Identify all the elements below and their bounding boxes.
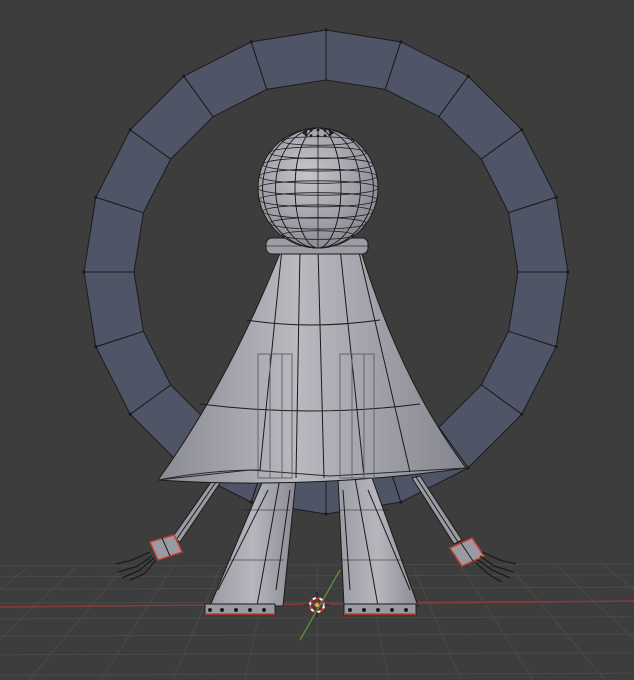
ring-vertex[interactable] — [399, 500, 403, 504]
body-cone-mesh[interactable] — [157, 247, 467, 484]
head-vertex[interactable] — [316, 134, 320, 138]
floor-grid — [0, 563, 634, 680]
ring-vertex[interactable] — [566, 270, 570, 274]
head-vertex[interactable] — [323, 134, 327, 137]
right-arm-mesh[interactable] — [411, 475, 463, 545]
ring-vertex[interactable] — [182, 74, 186, 78]
left-foot-mesh[interactable] — [204, 603, 276, 615]
ring-vertex[interactable] — [554, 195, 558, 199]
head-vertex[interactable] — [309, 129, 313, 132]
head-sphere-mesh[interactable] — [257, 127, 379, 249]
viewport-scene[interactable] — [0, 0, 634, 680]
ring-vertex[interactable] — [128, 128, 132, 132]
ring-vertex[interactable] — [324, 512, 328, 516]
ring-vertex[interactable] — [466, 466, 470, 470]
head-vertex[interactable] — [328, 133, 332, 136]
ring-vertex[interactable] — [466, 74, 470, 78]
head-vertex[interactable] — [328, 130, 332, 133]
head-vertex[interactable] — [316, 128, 320, 132]
left-hand-mesh[interactable] — [115, 534, 183, 581]
ring-vertex[interactable] — [82, 270, 86, 274]
ring-vertex[interactable] — [128, 412, 132, 416]
3d-viewport[interactable] — [0, 0, 634, 680]
ring-vertex[interactable] — [399, 40, 403, 44]
left-arm-mesh[interactable] — [171, 477, 223, 543]
ring-vertex[interactable] — [249, 40, 253, 44]
head-vertex[interactable] — [304, 130, 308, 133]
right-foot-mesh[interactable] — [343, 603, 417, 615]
ring-vertex[interactable] — [554, 345, 558, 349]
head-vertex[interactable] — [323, 129, 327, 132]
ring-vertex[interactable] — [94, 195, 98, 199]
ring-vertex[interactable] — [249, 500, 253, 504]
head-vertex[interactable] — [309, 134, 313, 137]
ring-vertex[interactable] — [520, 412, 524, 416]
ring-vertex[interactable] — [520, 128, 524, 132]
ring-vertex[interactable] — [94, 345, 98, 349]
3d-cursor-icon[interactable] — [304, 592, 330, 618]
